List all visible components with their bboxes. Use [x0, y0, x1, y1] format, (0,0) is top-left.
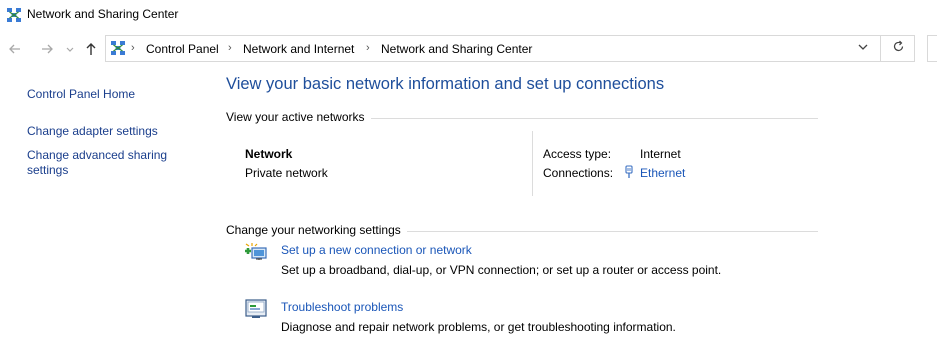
arrow-left-icon[interactable]	[6, 40, 24, 58]
network-category[interactable]: Private network	[245, 166, 328, 180]
breadcrumb-network-sharing-center[interactable]: Network and Sharing Center	[381, 42, 532, 56]
ethernet-icon	[624, 165, 634, 179]
sidebar-item-advanced-sharing-settings[interactable]: Change advanced sharing settings	[27, 148, 187, 178]
breadcrumb-separator: ›	[131, 42, 135, 54]
breadcrumb-control-panel[interactable]: Control Panel	[146, 42, 219, 56]
search-box[interactable]	[927, 35, 937, 62]
window-title: Network and Sharing Center	[27, 7, 179, 21]
troubleshoot-description: Diagnose and repair network problems, or…	[281, 320, 676, 334]
breadcrumb-network-internet[interactable]: Network and Internet	[243, 42, 354, 56]
connections-label: Connections:	[543, 166, 614, 180]
breadcrumb-separator[interactable]: ›	[228, 42, 232, 54]
troubleshoot-link[interactable]: Troubleshoot problems	[281, 300, 403, 314]
ethernet-connection-link[interactable]: Ethernet	[640, 166, 685, 180]
page-title: View your basic network information and …	[226, 75, 665, 93]
arrow-right-icon[interactable]	[38, 40, 56, 58]
column-divider	[532, 131, 533, 196]
arrow-up-icon[interactable]	[83, 40, 99, 58]
access-type-label: Access type:	[543, 147, 612, 161]
setup-connection-link[interactable]: Set up a new connection or network	[281, 243, 472, 257]
network-center-icon	[6, 7, 22, 23]
breadcrumb-separator[interactable]: ›	[366, 42, 370, 54]
sidebar-item-change-adapter-settings[interactable]: Change adapter settings	[27, 124, 158, 138]
active-networks-label: View your active networks	[226, 110, 371, 124]
setup-connection-description: Set up a broadband, dial-up, or VPN conn…	[281, 263, 722, 277]
chevron-down-icon[interactable]	[857, 41, 869, 53]
refresh-icon[interactable]	[892, 40, 905, 53]
new-connection-icon	[244, 242, 268, 264]
network-center-icon	[110, 40, 126, 56]
network-name: Network	[245, 147, 293, 161]
networking-settings-label: Change your networking settings	[226, 223, 407, 237]
sidebar-item-control-panel-home[interactable]: Control Panel Home	[27, 87, 135, 101]
chevron-down-icon[interactable]	[64, 40, 76, 58]
access-type-value: Internet	[640, 147, 681, 161]
troubleshoot-icon	[245, 299, 267, 319]
